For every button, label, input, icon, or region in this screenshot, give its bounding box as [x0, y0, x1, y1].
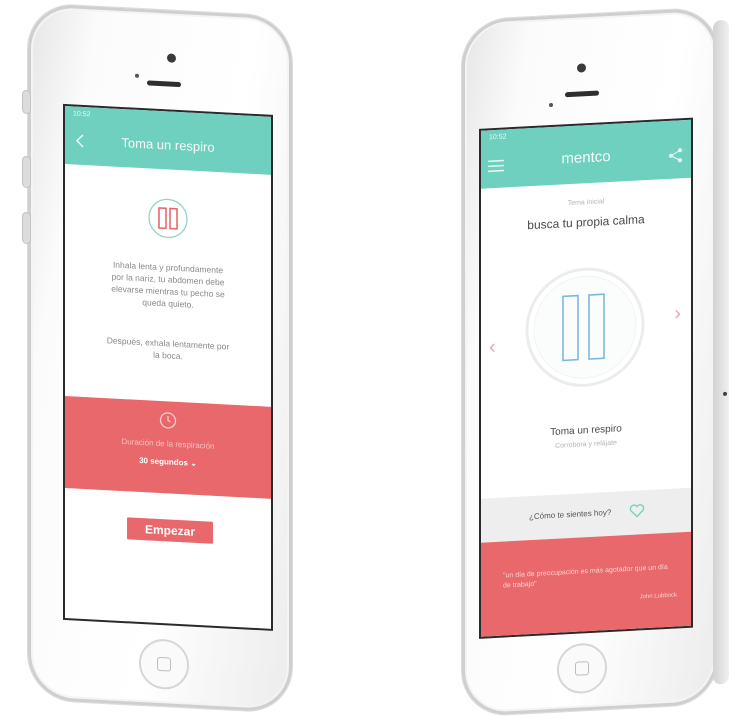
front-camera [167, 53, 176, 63]
chevron-down-icon: ⌄ [190, 458, 197, 468]
quote-panel: "un día de preocupación es más agotador … [481, 531, 691, 637]
quote-author: John Lubbock [639, 592, 677, 601]
home-button[interactable] [139, 637, 189, 691]
front-camera [577, 63, 586, 73]
home-button[interactable] [557, 642, 607, 695]
kicker: Tema inicial [567, 198, 605, 208]
home-square-icon [157, 656, 171, 672]
earpiece-speaker [147, 80, 181, 88]
clock-icon [159, 412, 177, 429]
volume-up-button [22, 155, 31, 189]
exhale-text: Después, exhala lentamente por la boca. [85, 333, 251, 366]
home-square-icon [575, 661, 589, 676]
duration-value: 30 segundos [139, 455, 188, 468]
proximity-sensor [549, 102, 553, 108]
duration-panel[interactable]: Duración de la respiración 30 segundos ⌄ [65, 396, 271, 499]
instructions: Inhala lenta y profundamente por la nari… [85, 257, 251, 314]
mood-prompt: ¿Cómo te sientes hoy? [529, 507, 612, 522]
breathing-dial[interactable] [523, 262, 647, 392]
prev-arrow-icon[interactable]: ‹ [489, 336, 496, 359]
screen-right: 10:52 mentco Tema inicial busca tu propi… [479, 117, 693, 639]
share-button[interactable] [667, 146, 685, 165]
duration-select[interactable]: 30 segundos ⌄ [65, 452, 271, 472]
volume-down-button [22, 211, 31, 245]
heart-icon [629, 504, 645, 518]
duration-label: Duración de la respiración [121, 436, 215, 451]
breathing-icon [148, 198, 188, 239]
start-button[interactable]: Empezar [127, 517, 213, 544]
quote-text: "un día de preocupación es más agotador … [503, 563, 668, 590]
earpiece-speaker [565, 90, 599, 98]
proximity-sensor [135, 73, 139, 78]
phone-right: 10:52 mentco Tema inicial busca tu propi… [462, 7, 729, 717]
phone-left: 10:52 Toma un respiro Inhala lenta y pro… [22, 3, 292, 713]
screen-left: 10:52 Toma un respiro Inhala lenta y pro… [63, 103, 273, 631]
status-time: 10:52 [73, 109, 91, 118]
mute-switch [22, 89, 31, 115]
status-time: 10:52 [489, 132, 507, 141]
next-arrow-icon[interactable]: › [674, 302, 681, 325]
side-rim [713, 19, 729, 685]
headline: busca tu propia calma [527, 212, 645, 233]
share-icon [669, 148, 682, 163]
